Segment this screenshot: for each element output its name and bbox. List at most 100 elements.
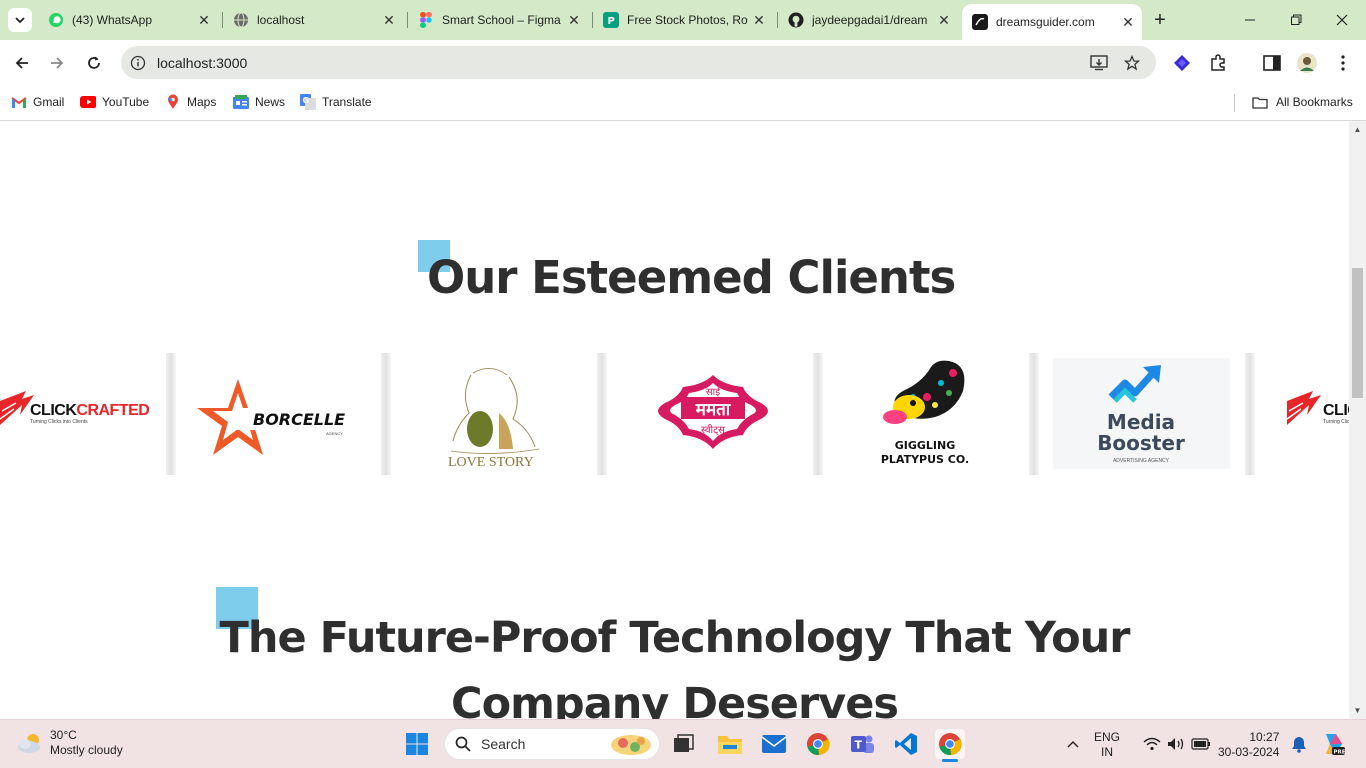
tab-pexels[interactable]: P Free Stock Photos, Ro ✕ xyxy=(593,6,773,34)
mediabooster-logo: Media Booster ADVERTISING AGENCY xyxy=(1053,358,1230,469)
platypus-line2: PLATYPUS CO. xyxy=(881,453,969,466)
bookmark-translate[interactable]: G Translate xyxy=(300,92,372,112)
extensions-puzzle-icon[interactable] xyxy=(1207,52,1229,74)
file-explorer-button[interactable] xyxy=(715,729,745,759)
logo-card-borcelle: BORCELLE AGENCY xyxy=(176,353,382,475)
tab-figma[interactable]: Smart School – Figma ✕ xyxy=(408,6,588,34)
search-label: Search xyxy=(481,736,526,752)
side-panel-icon[interactable] xyxy=(1261,52,1283,74)
scroll-up-arrow-icon[interactable]: ▲ xyxy=(1349,121,1366,138)
minimize-button[interactable] xyxy=(1238,8,1262,32)
card-divider xyxy=(813,353,823,475)
gmail-icon xyxy=(11,94,27,110)
extension-icon[interactable] xyxy=(1171,52,1193,74)
svg-text:T: T xyxy=(855,739,863,752)
clock[interactable]: 10:27 30-03-2024 xyxy=(1218,730,1279,760)
borcelle-logo: BORCELLE AGENCY xyxy=(197,379,345,455)
tab-title: jaydeepgadai1/dream xyxy=(812,13,928,27)
tab-title: (43) WhatsApp xyxy=(72,13,153,27)
mediabooster-sub: ADVERTISING AGENCY xyxy=(1113,458,1170,464)
bookmark-maps[interactable]: Maps xyxy=(165,92,216,112)
tab-close-button[interactable]: ✕ xyxy=(379,10,399,30)
mail-button[interactable] xyxy=(759,729,789,759)
tab-close-button[interactable]: ✕ xyxy=(749,10,769,30)
install-app-icon[interactable] xyxy=(1089,53,1109,73)
bookmark-label: News xyxy=(255,95,286,109)
tab-github[interactable]: jaydeepgadai1/dream ✕ xyxy=(778,6,958,34)
bookmark-news[interactable]: News xyxy=(233,92,285,112)
more-menu-icon[interactable] xyxy=(1332,52,1354,74)
site-info-icon[interactable] xyxy=(128,53,148,73)
clickcrafted-part2: CRAFTED xyxy=(76,402,149,419)
tab-title: dreamsguider.com xyxy=(996,15,1095,29)
logo-card-lovestory: LOVE STORY xyxy=(391,353,597,475)
card-divider xyxy=(381,353,391,475)
bookmark-star-icon[interactable] xyxy=(1122,53,1142,73)
clickcrafted-part1: CLICK xyxy=(30,402,77,419)
tab-localhost[interactable]: localhost ✕ xyxy=(223,6,403,34)
tab-search-button[interactable] xyxy=(8,8,32,32)
restore-button[interactable] xyxy=(1284,8,1308,32)
tab-dreamsguider[interactable]: dreamsguider.com ✕ xyxy=(962,4,1142,40)
card-divider xyxy=(1245,353,1255,475)
scroll-thumb[interactable] xyxy=(1352,268,1363,398)
youtube-icon xyxy=(80,94,96,110)
notifications-button[interactable] xyxy=(1284,729,1314,759)
scroll-down-arrow-icon[interactable]: ▼ xyxy=(1349,702,1366,719)
address-bar[interactable]: localhost:3000 xyxy=(121,46,1156,79)
bookmark-youtube[interactable]: YouTube xyxy=(80,92,149,112)
clickcrafted-logo: CLICKCRAFTED Turning Clicks into Clients xyxy=(0,391,150,425)
tab-whatsapp[interactable]: (43) WhatsApp ✕ xyxy=(38,6,218,34)
task-view-icon xyxy=(674,734,694,752)
mamta-main: ममता xyxy=(695,400,731,420)
close-window-button[interactable] xyxy=(1330,8,1354,32)
maps-icon xyxy=(165,94,181,110)
tab-title: Free Stock Photos, Ro xyxy=(627,13,748,27)
clock-time: 10:27 xyxy=(1249,730,1280,744)
tech-heading: The Future-Proof Technology That Your Co… xyxy=(0,605,1349,719)
all-bookmarks-button[interactable]: All Bookmarks xyxy=(1252,92,1353,112)
chrome-profile-button[interactable] xyxy=(935,729,965,762)
reload-button[interactable] xyxy=(81,50,107,76)
tab-close-button[interactable]: ✕ xyxy=(934,10,954,30)
page-scrollbar[interactable]: ▲ ▼ xyxy=(1349,121,1366,719)
bookmark-gmail[interactable]: Gmail xyxy=(11,92,64,112)
logo-card-platypus: GIGGLING PLATYPUS CO. xyxy=(823,353,1029,475)
task-view-button[interactable] xyxy=(669,729,699,759)
new-tab-button[interactable]: + xyxy=(1150,10,1170,30)
weather-widget[interactable]: 30°C Mostly cloudy xyxy=(16,728,123,758)
tab-close-button[interactable]: ✕ xyxy=(564,10,584,30)
clickcrafted-part1: CLICK xyxy=(1323,402,1349,419)
logo-card-clickcrafted-repeat: CLICKCRAFTED Turning Clicks into Clients xyxy=(1255,353,1349,475)
taskbar-search[interactable]: Search xyxy=(444,728,660,760)
back-button[interactable] xyxy=(9,50,35,76)
teams-icon: T xyxy=(851,735,874,753)
weather-temp: 30°C xyxy=(50,728,77,742)
profile-avatar[interactable] xyxy=(1296,52,1318,74)
vscode-button[interactable] xyxy=(891,729,921,759)
forward-button[interactable] xyxy=(44,50,70,76)
quick-settings-button[interactable] xyxy=(1137,729,1217,759)
tab-close-button[interactable]: ✕ xyxy=(194,10,214,30)
weather-desc: Mostly cloudy xyxy=(50,743,123,757)
copilot-button[interactable]: PRE xyxy=(1318,729,1348,759)
teams-button[interactable]: T xyxy=(847,729,877,759)
vscode-icon xyxy=(895,733,917,755)
client-logo-carousel: CLICKCRAFTED Turning Clicks into Clients… xyxy=(0,353,1349,475)
language-indicator[interactable]: ENG IN xyxy=(1094,730,1120,760)
chevron-down-icon xyxy=(15,17,25,24)
chrome-button[interactable] xyxy=(803,729,833,759)
restore-icon xyxy=(1291,14,1302,25)
browser-toolbar: localhost:3000 xyxy=(0,40,1366,85)
tab-close-button[interactable]: ✕ xyxy=(1118,12,1138,32)
platypus-line1: GIGGLING xyxy=(895,439,956,452)
search-icon xyxy=(455,736,471,752)
svg-text:CLICKCRAFTED: CLICKCRAFTED xyxy=(30,402,149,419)
start-button[interactable] xyxy=(402,729,432,759)
card-divider xyxy=(166,353,176,475)
clickcrafted-logo: CLICKCRAFTED Turning Clicks into Clients xyxy=(1286,391,1349,425)
tray-overflow-button[interactable] xyxy=(1058,729,1088,759)
folder-icon xyxy=(718,736,742,754)
chevron-up-icon xyxy=(1067,741,1079,748)
battery-icon xyxy=(1191,738,1210,750)
